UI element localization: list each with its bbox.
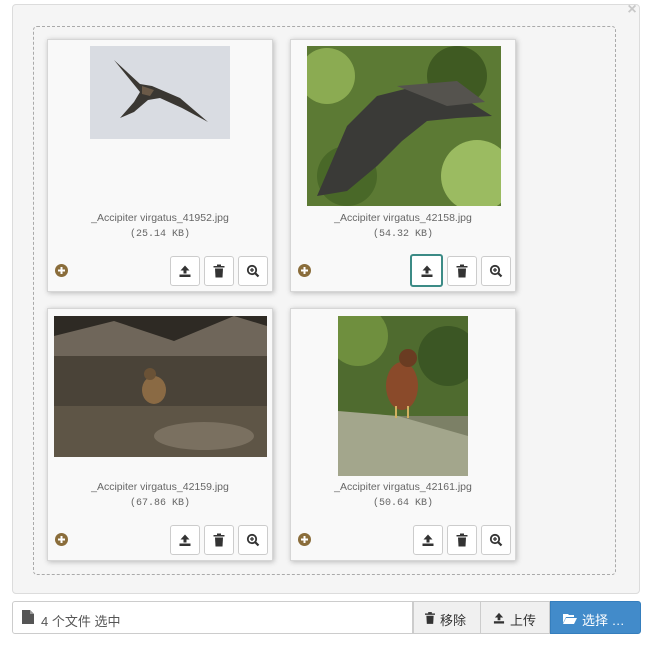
indicator-plus-icon[interactable] [298, 533, 311, 546]
browse-label: 选择 … [582, 613, 625, 628]
thumbnail-image [338, 316, 468, 476]
trash-icon [425, 612, 435, 624]
file-size: (25.14 KB) [129, 229, 190, 240]
file-name: _Accipiter virgatus_42161.jpg [334, 481, 472, 493]
file-preview-card: _Accipiter virgatus_42159.jpg (67.86 KB) [47, 308, 273, 561]
upload-icon [493, 612, 505, 624]
trash-icon [213, 264, 225, 278]
file-caption: 4 个文件 选中 [12, 601, 413, 634]
remove-label: 移除 [440, 613, 467, 628]
delete-button[interactable] [447, 256, 477, 286]
indicator-plus-icon[interactable] [55, 264, 68, 277]
thumbnail-image [307, 46, 501, 206]
browse-button[interactable]: 选择 … [550, 601, 641, 634]
file-name: _Accipiter virgatus_41952.jpg [91, 212, 229, 224]
zoom-in-icon [489, 264, 503, 278]
zoom-button[interactable] [238, 525, 268, 555]
remove-button[interactable]: 移除 [413, 601, 481, 634]
trash-icon [456, 264, 468, 278]
folder-open-icon [563, 614, 577, 624]
upload-icon [179, 265, 191, 277]
file-preview-card: _Accipiter virgatus_42161.jpg (50.64 KB) [290, 308, 516, 561]
upload-button[interactable] [410, 254, 443, 287]
upload-icon [422, 534, 434, 546]
thumbnail-image [54, 316, 267, 457]
zoom-button[interactable] [238, 256, 268, 286]
thumbnail-image [90, 46, 230, 139]
file-size: (67.86 KB) [129, 498, 190, 509]
file-caption-text: 4 个文件 选中 [41, 614, 121, 629]
zoom-in-icon [246, 264, 260, 278]
delete-button[interactable] [204, 256, 234, 286]
upload-label: 上传 [510, 613, 537, 628]
file-icon [22, 610, 34, 624]
upload-button[interactable] [413, 525, 443, 555]
file-name: _Accipiter virgatus_42159.jpg [91, 481, 229, 493]
file-name: _Accipiter virgatus_42158.jpg [334, 212, 472, 224]
zoom-button[interactable] [481, 256, 511, 286]
indicator-plus-icon[interactable] [55, 533, 68, 546]
zoom-in-icon [246, 533, 260, 547]
file-preview-card: _Accipiter virgatus_41952.jpg (25.14 KB) [47, 39, 273, 292]
zoom-button[interactable] [481, 525, 511, 555]
upload-all-button[interactable]: 上传 [480, 601, 550, 634]
trash-icon [456, 533, 468, 547]
zoom-in-icon [489, 533, 503, 547]
upload-icon [421, 265, 432, 277]
delete-button[interactable] [447, 525, 477, 555]
file-size: (54.32 KB) [372, 229, 433, 240]
close-icon[interactable]: × [625, 2, 639, 18]
file-size: (50.64 KB) [372, 498, 433, 509]
file-preview-card: _Accipiter virgatus_42158.jpg (54.32 KB) [290, 39, 516, 292]
trash-icon [213, 533, 225, 547]
indicator-plus-icon[interactable] [298, 264, 311, 277]
upload-button[interactable] [170, 256, 200, 286]
upload-icon [179, 534, 191, 546]
upload-button[interactable] [170, 525, 200, 555]
delete-button[interactable] [204, 525, 234, 555]
